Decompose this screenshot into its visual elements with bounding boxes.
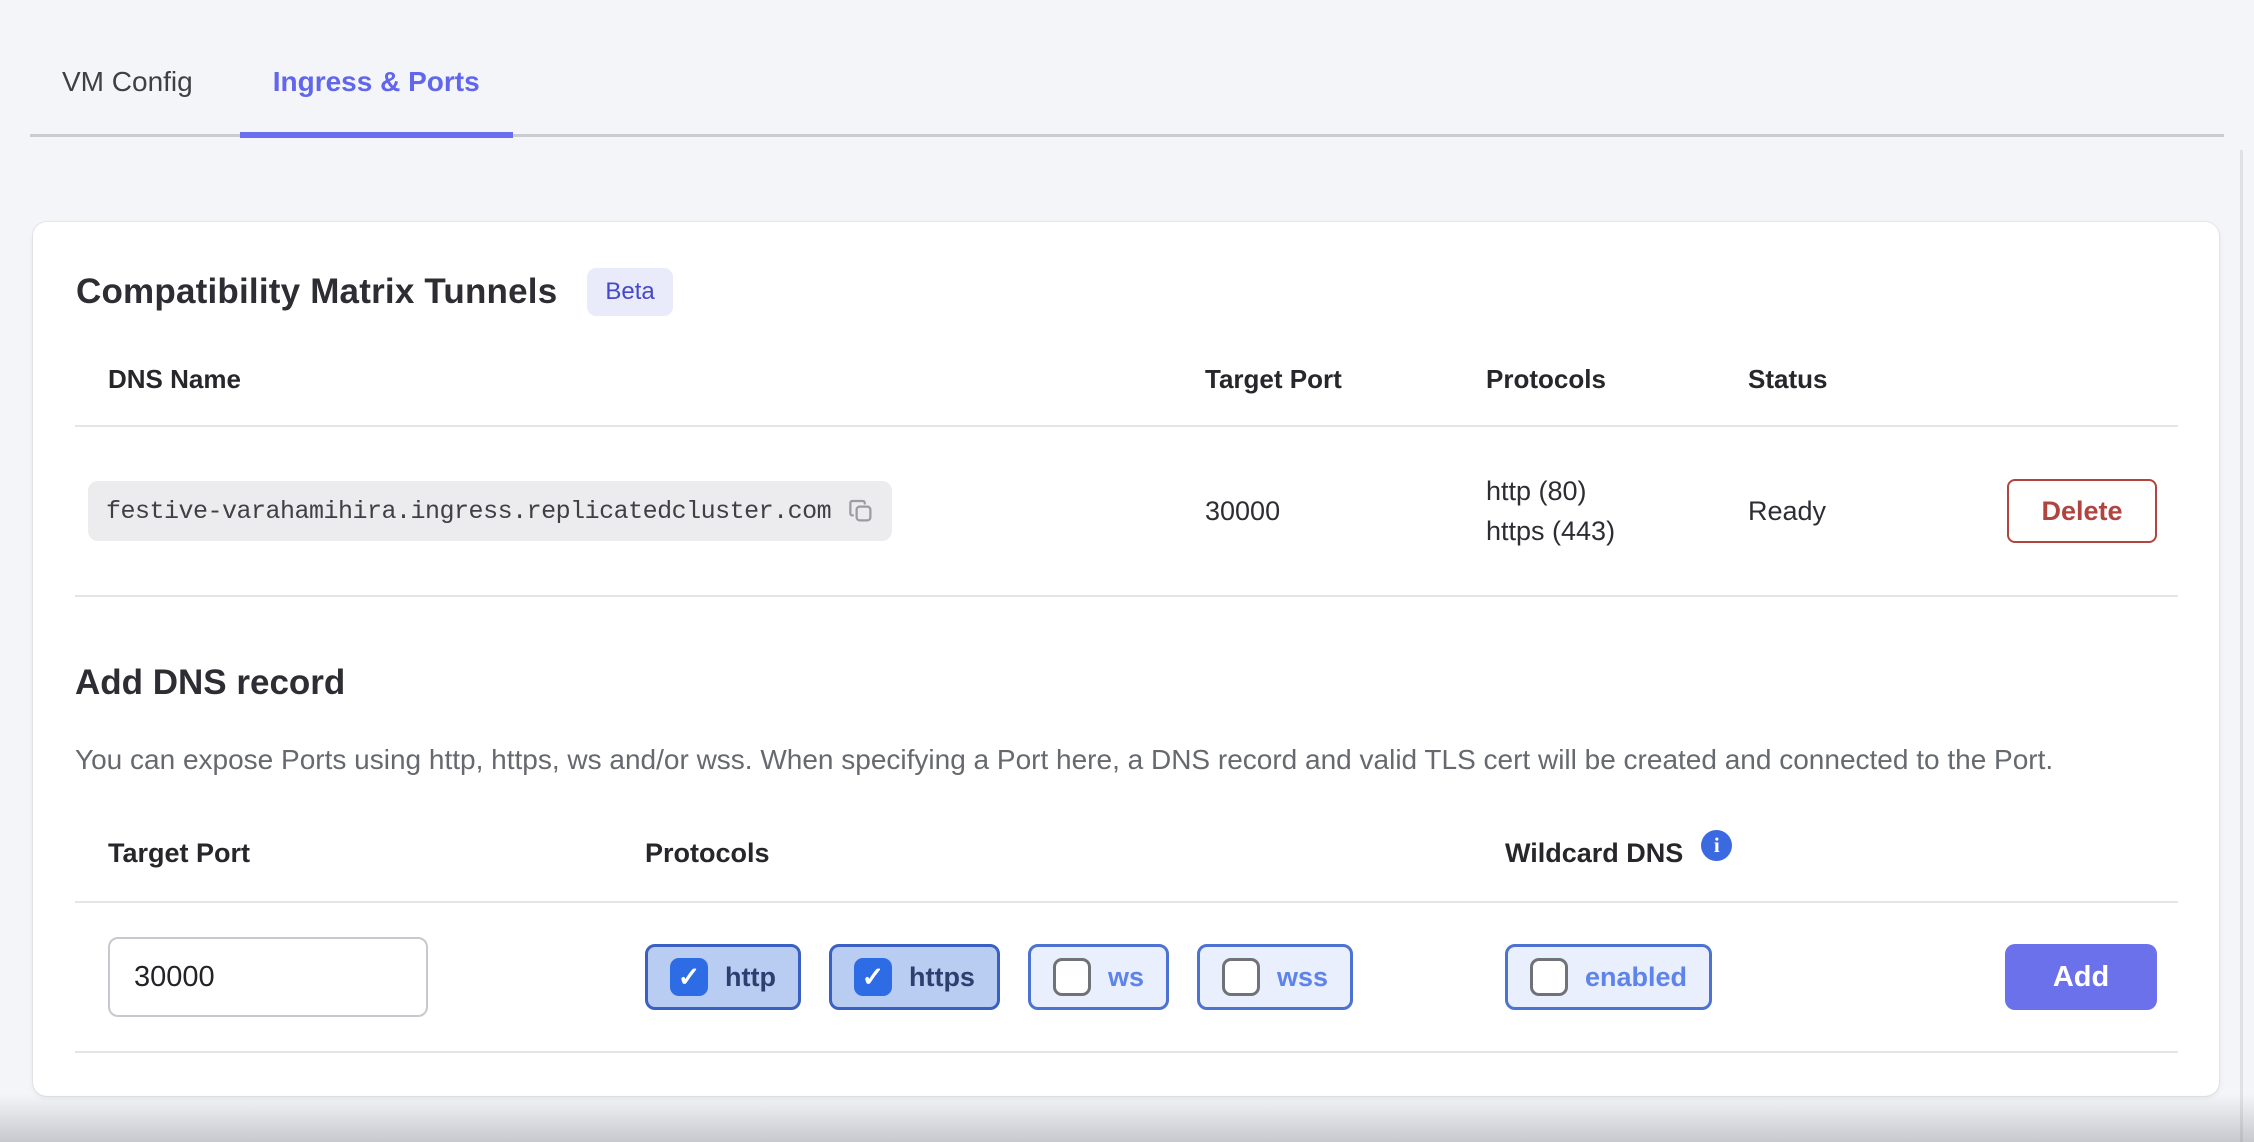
page-title: Compatibility Matrix Tunnels — [76, 272, 557, 312]
check-icon: ✓ — [1530, 958, 1568, 996]
status-badge: Ready — [1748, 496, 1978, 527]
checkbox-wildcard-enabled[interactable]: ✓ enabled — [1505, 944, 1712, 1010]
checkbox-http-label: http — [725, 962, 776, 993]
check-icon: ✓ — [1222, 958, 1260, 996]
label-target-port: Target Port — [75, 838, 645, 869]
checkbox-ws[interactable]: ✓ ws — [1028, 944, 1169, 1010]
check-icon: ✓ — [1053, 958, 1091, 996]
tunnels-card: Compatibility Matrix Tunnels Beta DNS Na… — [33, 222, 2219, 1096]
delete-button[interactable]: Delete — [2007, 479, 2157, 543]
info-icon[interactable]: i — [1701, 830, 1732, 861]
form-controls-row: ✓ http ✓ https ✓ ws ✓ wss ✓ — [75, 903, 2178, 1053]
checkbox-wss[interactable]: ✓ wss — [1197, 944, 1353, 1010]
checkbox-https[interactable]: ✓ https — [829, 944, 1000, 1010]
target-port-input[interactable] — [108, 937, 428, 1017]
header-protocols: Protocols — [1486, 364, 1748, 395]
tab-ingress-ports[interactable]: Ingress & Ports — [240, 66, 513, 134]
table-header-row: DNS Name Target Port Protocols Status — [75, 364, 2178, 427]
table-row: festive-varahamihira.ingress.replicatedc… — [75, 427, 2178, 597]
beta-badge: Beta — [587, 268, 672, 316]
form-labels-row: Target Port Protocols Wildcard DNS i — [75, 838, 2178, 903]
card-title-row: Compatibility Matrix Tunnels Beta — [75, 268, 2178, 316]
checkbox-enabled-label: enabled — [1585, 962, 1687, 993]
bottom-shadow — [0, 1094, 2254, 1142]
label-wildcard-dns: Wildcard DNS — [1505, 838, 1683, 869]
header-target-port: Target Port — [1205, 364, 1486, 395]
add-button[interactable]: Add — [2005, 944, 2157, 1010]
protocol-line: http (80) — [1486, 471, 1748, 511]
header-dns-name: DNS Name — [75, 364, 1205, 395]
protocol-checkbox-group: ✓ http ✓ https ✓ ws ✓ wss — [645, 944, 1505, 1010]
dns-name-value: festive-varahamihira.ingress.replicatedc… — [106, 497, 831, 526]
header-status: Status — [1748, 364, 1978, 395]
dns-name-pill: festive-varahamihira.ingress.replicatedc… — [88, 481, 892, 541]
copy-icon[interactable] — [846, 496, 876, 526]
checkbox-http[interactable]: ✓ http — [645, 944, 801, 1010]
cell-target-port: 30000 — [1205, 496, 1486, 527]
add-dns-heading: Add DNS record — [75, 663, 2178, 703]
cell-protocols: http (80) https (443) — [1486, 471, 1748, 551]
checkbox-https-label: https — [909, 962, 975, 993]
label-protocols: Protocols — [645, 838, 1505, 869]
tab-bar: VM Config Ingress & Ports — [0, 0, 2254, 137]
tab-vm-config[interactable]: VM Config — [62, 66, 193, 134]
add-dns-description: You can expose Ports using http, https, … — [75, 739, 2160, 780]
checkbox-ws-label: ws — [1108, 962, 1144, 993]
scrollbar-track[interactable] — [2240, 150, 2243, 1142]
protocol-line: https (443) — [1486, 511, 1748, 551]
checkbox-wss-label: wss — [1277, 962, 1328, 993]
check-icon: ✓ — [854, 958, 892, 996]
check-icon: ✓ — [670, 958, 708, 996]
